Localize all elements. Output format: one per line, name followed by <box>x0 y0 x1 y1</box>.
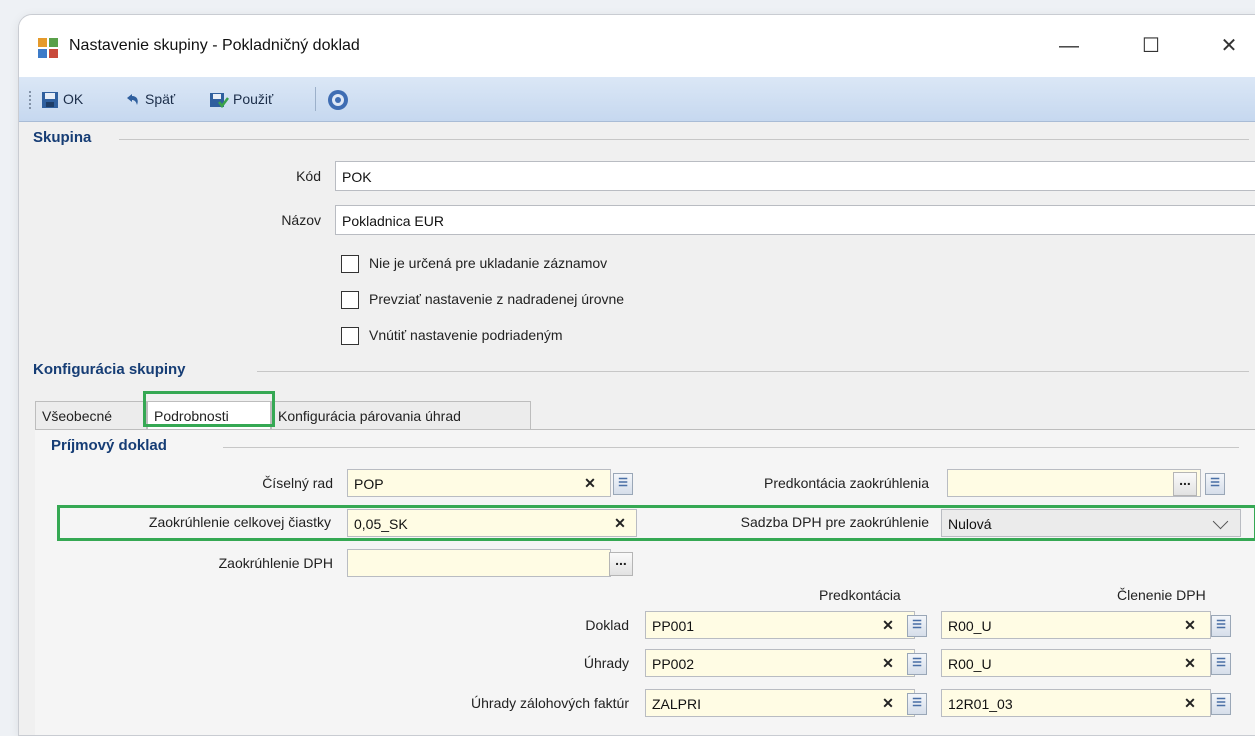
checkbox-inherit-settings-label: Prevziať nastavenie z nadradenej úrovne <box>369 291 625 307</box>
window-title: Nastavenie skupiny - Pokladničný doklad <box>69 37 360 54</box>
undo-icon <box>127 94 138 106</box>
tab-details-highlight <box>143 391 275 427</box>
clear-icon[interactable]: ✕ <box>1179 691 1201 715</box>
checkbox-force-to-children-label: Vnútiť nastavenie podriadeným <box>369 327 563 343</box>
ok-label: OK <box>63 91 84 107</box>
list-icon[interactable]: ☰ <box>1211 653 1231 675</box>
income-section-title: Príjmový doklad <box>51 437 167 454</box>
code-input[interactable]: POK <box>335 161 1255 191</box>
series-label: Číselný rad <box>262 475 333 491</box>
list-icon[interactable]: ☰ <box>907 615 927 637</box>
dialog-window: Nastavenie skupiny - Pokladničný doklad … <box>18 14 1255 736</box>
group-section-title: Skupina <box>33 129 92 146</box>
clear-icon[interactable]: ✕ <box>877 613 899 637</box>
toolbar: OK Späť Použiť <box>19 77 1255 122</box>
row-advance-payments-vat-input[interactable]: 12R01_03 <box>941 689 1211 717</box>
rounding-posting-label: Predkontácia zaokrúhlenia <box>764 475 929 491</box>
vat-rate-select[interactable]: Nulová <box>941 509 1241 537</box>
clear-icon[interactable]: ✕ <box>1179 613 1201 637</box>
total-rounding-label: Zaokrúhlenie celkovej čiastky <box>148 514 331 530</box>
group-section-divider <box>119 139 1249 140</box>
config-section-title: Konfigurácia skupiny <box>33 361 186 378</box>
toolbar-grip[interactable] <box>29 91 34 109</box>
clear-icon[interactable]: ✕ <box>877 691 899 715</box>
apply-button[interactable]: Použiť <box>209 87 273 111</box>
close-button[interactable]: ✕ <box>1209 31 1249 61</box>
list-icon[interactable]: ☰ <box>1211 693 1231 715</box>
checkbox-inherit-settings[interactable] <box>341 291 359 309</box>
maximize-button[interactable]: ☐ <box>1131 31 1171 61</box>
clear-icon[interactable]: ✕ <box>609 511 631 535</box>
minimize-button[interactable]: — <box>1049 31 1089 61</box>
checkbox-not-for-records[interactable] <box>341 255 359 273</box>
posting-column-header: Predkontácia <box>819 587 901 603</box>
help-icon <box>328 90 348 111</box>
tab-general[interactable]: Všeobecné <box>35 401 147 429</box>
vat-split-column-header: Členenie DPH <box>1117 587 1206 603</box>
list-icon[interactable]: ☰ <box>1205 473 1225 495</box>
row-payments-vat-input[interactable]: R00_U <box>941 649 1211 677</box>
rounding-posting-input[interactable] <box>947 469 1201 497</box>
clear-icon[interactable]: ✕ <box>877 651 899 675</box>
ok-button[interactable]: OK <box>41 87 83 111</box>
checkbox-not-for-records-label: Nie je určená pre ukladanie záznamov <box>369 255 608 271</box>
more-icon[interactable]: ... <box>1173 472 1197 496</box>
toolbar-separator <box>315 87 316 111</box>
apply-icon <box>210 93 229 109</box>
series-input[interactable]: POP <box>347 469 611 497</box>
list-icon[interactable]: ☰ <box>613 473 633 495</box>
row-payments-posting-input[interactable]: PP002 <box>645 649 915 677</box>
title-bar: Nastavenie skupiny - Pokladničný doklad … <box>19 15 1255 77</box>
more-icon[interactable]: ... <box>609 552 633 576</box>
name-input[interactable]: Pokladnica EUR <box>335 205 1255 235</box>
clear-icon[interactable]: ✕ <box>579 471 601 495</box>
row-document-vat-input[interactable]: R00_U <box>941 611 1211 639</box>
config-section-divider <box>257 371 1249 372</box>
apply-label: Použiť <box>233 91 274 107</box>
vat-rounding-input[interactable] <box>347 549 611 577</box>
checkbox-force-to-children[interactable] <box>341 327 359 345</box>
tab-payment-matching[interactable]: Konfigurácia párovania úhrad <box>271 401 531 429</box>
save-icon <box>42 92 58 109</box>
row-advance-payments-posting-input[interactable]: ZALPRI <box>645 689 915 717</box>
row-advance-payments-label: Úhrady zálohových faktúr <box>471 695 629 711</box>
back-button[interactable]: Späť <box>123 87 175 111</box>
app-puzzle-icon <box>38 38 58 58</box>
help-button[interactable] <box>327 87 353 111</box>
list-icon[interactable]: ☰ <box>1211 615 1231 637</box>
clear-icon[interactable]: ✕ <box>1179 651 1201 675</box>
list-icon[interactable]: ☰ <box>907 693 927 715</box>
row-document-label: Doklad <box>585 617 629 633</box>
total-rounding-input[interactable]: 0,05_SK <box>347 509 637 537</box>
list-icon[interactable]: ☰ <box>907 653 927 675</box>
row-payments-label: Úhrady <box>583 655 629 671</box>
name-label: Názov <box>281 212 321 228</box>
income-section-divider <box>223 447 1239 448</box>
row-document-posting-input[interactable]: PP001 <box>645 611 915 639</box>
code-label: Kód <box>296 168 321 184</box>
vat-rounding-label: Zaokrúhlenie DPH <box>218 555 333 571</box>
vat-rate-label: Sadzba DPH pre zaokrúhlenie <box>740 514 929 530</box>
back-label: Späť <box>145 91 176 107</box>
